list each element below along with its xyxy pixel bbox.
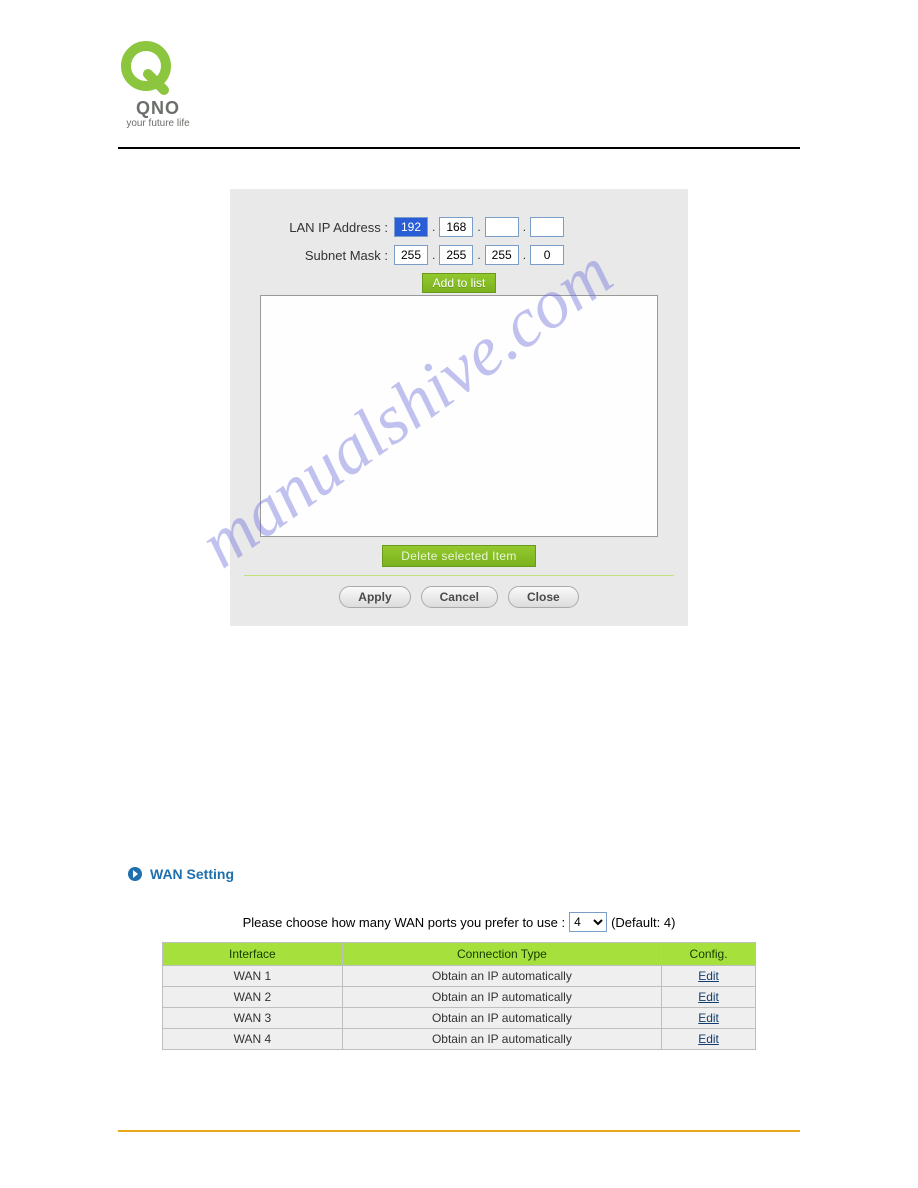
table-row: WAN 1Obtain an IP automatically Edit — [163, 966, 756, 987]
cell-config: Edit — [662, 966, 756, 987]
lan-config-panel: LAN IP Address : . . . Subnet Mask : . — [230, 189, 688, 626]
cell-config: Edit — [662, 987, 756, 1008]
mask-octet-3[interactable] — [485, 245, 519, 265]
apply-button[interactable]: Apply — [339, 586, 410, 608]
col-interface: Interface — [163, 943, 343, 966]
cell-interface: WAN 1 — [163, 966, 343, 987]
header-divider — [118, 147, 800, 149]
logo-q-icon — [118, 40, 174, 96]
cell-config: Edit — [662, 1029, 756, 1050]
close-button[interactable]: Close — [508, 586, 579, 608]
edit-link[interactable]: Edit — [698, 1011, 719, 1025]
col-config: Config. — [662, 943, 756, 966]
cancel-button[interactable]: Cancel — [421, 586, 498, 608]
wan-port-count-select[interactable]: 4 — [569, 912, 607, 932]
dot-icon: . — [521, 248, 528, 262]
footer-divider — [118, 1130, 800, 1132]
dot-icon: . — [430, 248, 437, 262]
col-connection-type: Connection Type — [342, 943, 661, 966]
wan-choose-label: Please choose how many WAN ports you pre… — [243, 915, 566, 930]
cell-interface: WAN 2 — [163, 987, 343, 1008]
cell-connection-type: Obtain an IP automatically — [342, 1008, 661, 1029]
lan-ip-octet-4[interactable] — [530, 217, 564, 237]
dot-icon: . — [475, 248, 482, 262]
table-row: WAN 4Obtain an IP automatically Edit — [163, 1029, 756, 1050]
lan-ip-label: LAN IP Address : — [244, 220, 394, 235]
table-row: WAN 2Obtain an IP automatically Edit — [163, 987, 756, 1008]
cell-connection-type: Obtain an IP automatically — [342, 1029, 661, 1050]
mask-octet-1[interactable] — [394, 245, 428, 265]
cell-interface: WAN 3 — [163, 1008, 343, 1029]
brand-name: QNO — [136, 98, 180, 119]
panel-divider — [244, 575, 674, 576]
wan-table: Interface Connection Type Config. WAN 1O… — [162, 942, 756, 1050]
cell-config: Edit — [662, 1008, 756, 1029]
ip-list-box[interactable] — [260, 295, 658, 537]
lan-ip-octet-3[interactable] — [485, 217, 519, 237]
lan-ip-octet-1[interactable] — [394, 217, 428, 237]
edit-link[interactable]: Edit — [698, 1032, 719, 1046]
wan-setting-title: WAN Setting — [150, 866, 234, 882]
table-row: WAN 3Obtain an IP automatically Edit — [163, 1008, 756, 1029]
delete-selected-button[interactable]: Delete selected Item — [382, 545, 535, 567]
brand-logo-block: QNO your future life — [118, 40, 918, 129]
lan-ip-octet-2[interactable] — [439, 217, 473, 237]
cell-interface: WAN 4 — [163, 1029, 343, 1050]
dot-icon: . — [430, 220, 437, 234]
wan-choose-default: (Default: 4) — [611, 915, 675, 930]
brand-tagline: your future life — [126, 118, 189, 129]
cell-connection-type: Obtain an IP automatically — [342, 987, 661, 1008]
edit-link[interactable]: Edit — [698, 969, 719, 983]
subnet-mask-label: Subnet Mask : — [244, 248, 394, 263]
arrow-right-icon — [128, 867, 142, 881]
cell-connection-type: Obtain an IP automatically — [342, 966, 661, 987]
dot-icon: . — [475, 220, 482, 234]
mask-octet-2[interactable] — [439, 245, 473, 265]
dot-icon: . — [521, 220, 528, 234]
edit-link[interactable]: Edit — [698, 990, 719, 1004]
mask-octet-4[interactable] — [530, 245, 564, 265]
add-to-list-button[interactable]: Add to list — [422, 273, 497, 293]
